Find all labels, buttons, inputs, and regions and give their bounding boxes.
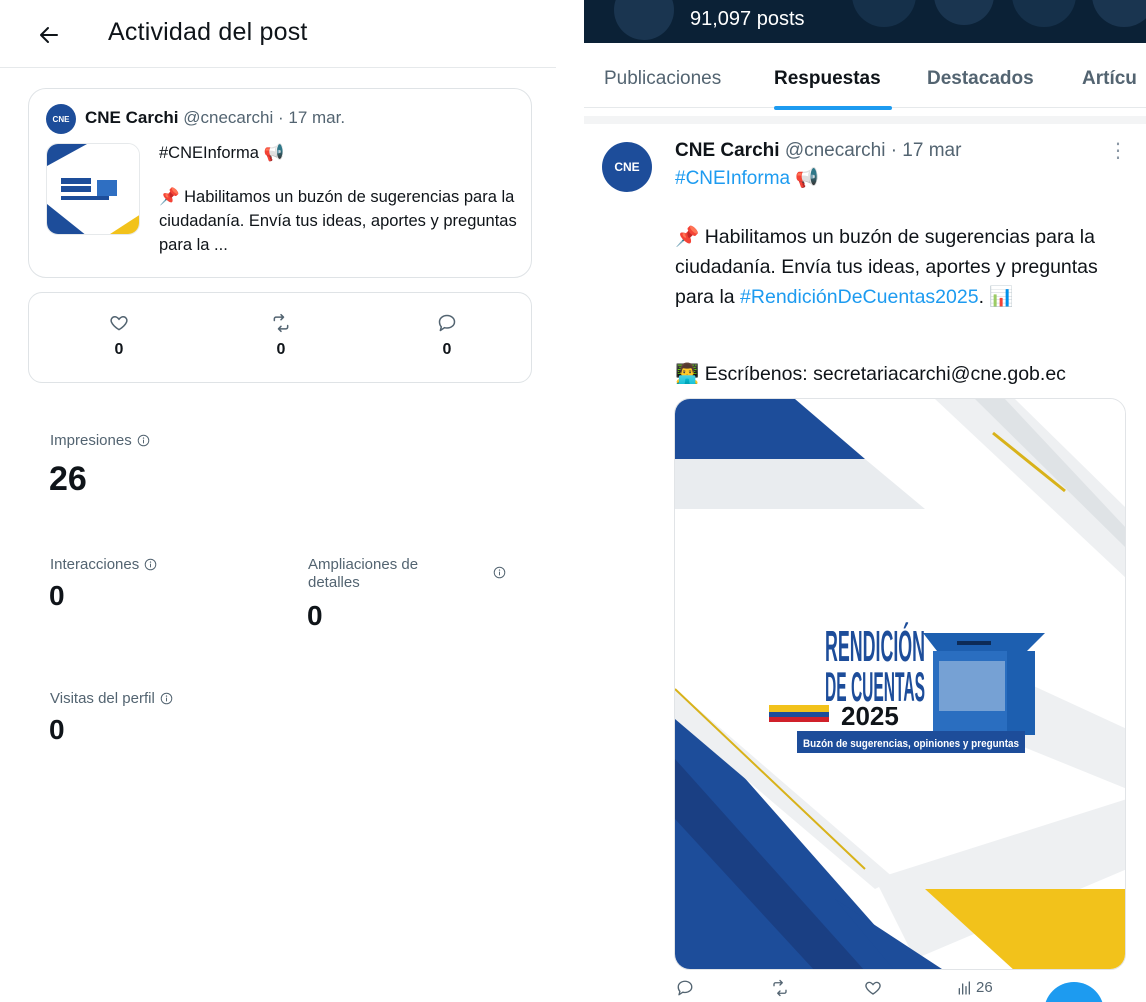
views-count: 26 <box>976 979 993 996</box>
post-preview-card[interactable]: CNE CNE Carchi @cnecarchi · 17 mar. #CNE… <box>28 88 532 278</box>
profile-banner: 91,097 posts <box>584 0 1146 43</box>
heart-icon <box>110 315 128 331</box>
expansions-label: Ampliaciones de detalles <box>308 556 528 592</box>
post-thumbnail <box>46 143 140 235</box>
expansions-label-text: Ampliaciones de detalles <box>308 556 419 591</box>
reply-button[interactable] <box>676 979 694 997</box>
info-icon[interactable] <box>493 566 506 579</box>
interactions-value: 0 <box>49 580 65 611</box>
interactions-label-text: Interacciones <box>50 556 140 573</box>
author-name[interactable]: CNE Carchi <box>675 140 780 161</box>
post-image[interactable]: RENDICIÓN DE CUENTAS 2025 Buzón de suger… <box>674 398 1126 970</box>
hashtag-link[interactable]: #RendiciónDeCuentas2025 <box>740 286 979 308</box>
impressions-value: 26 <box>49 460 87 498</box>
replies-count: 0 <box>442 341 452 358</box>
repost-icon <box>273 313 289 333</box>
post-body-end: . 📊 <box>978 286 1014 308</box>
repost-icon <box>773 979 787 997</box>
more-options-icon[interactable]: ⋮ <box>1108 138 1128 163</box>
likes-count: 0 <box>114 341 124 358</box>
avatar: CNE <box>46 104 76 134</box>
image-caption: Buzón de sugerencias, opiniones y pregun… <box>803 738 1019 750</box>
repost-button[interactable] <box>770 979 790 997</box>
author-meta: @cnecarchi · 17 mar. <box>183 108 346 127</box>
post-body: 📌 Habilitamos un buzón de sugerencias pa… <box>159 188 517 254</box>
avatar[interactable]: CNE <box>602 142 652 192</box>
active-tab-indicator <box>774 106 892 110</box>
impressions-label: Impresiones <box>50 432 150 449</box>
views-button[interactable]: 26 <box>956 979 993 996</box>
tab-publicaciones[interactable]: Publicaciones <box>604 68 721 90</box>
divider <box>584 116 1146 124</box>
profile-visits-value: 0 <box>49 714 65 745</box>
post-activity-panel: Actividad del post CNE CNE Carchi @cneca… <box>0 0 556 1002</box>
post-email-line: 👨‍💻 Escríbenos: secretariacarchi@cne.gob… <box>675 363 1066 385</box>
info-icon[interactable] <box>137 434 150 447</box>
tab-respuestas[interactable]: Respuestas <box>774 68 881 90</box>
post-body: 📌 Habilitamos un buzón de sugerencias pa… <box>675 222 1141 312</box>
heart-icon <box>865 981 881 995</box>
arrow-left-icon <box>40 27 58 43</box>
reply-icon <box>438 314 456 332</box>
engagement-metrics: 0 0 0 <box>28 292 532 383</box>
posts-count: 91,097 posts <box>690 8 805 30</box>
tab-destacados[interactable]: Destacados <box>927 68 1034 90</box>
author-name: CNE Carchi <box>85 108 179 127</box>
expansions-value: 0 <box>307 600 323 631</box>
likes-metric[interactable]: 0 <box>89 313 149 359</box>
avatar-text: CNE <box>614 160 640 174</box>
tab-articulos[interactable]: Artícu <box>1082 68 1137 90</box>
post-author: CNE Carchi @cnecarchi · 17 mar <box>675 140 961 162</box>
info-icon[interactable] <box>144 558 157 571</box>
reply-icon <box>677 980 693 996</box>
like-button[interactable] <box>864 979 882 997</box>
avatar-text: CNE <box>52 114 70 124</box>
reposts-metric[interactable]: 0 <box>251 313 311 359</box>
post-text: #CNEInforma 📢 📌 Habilitamos un buzón de … <box>159 141 519 257</box>
hashtag-link[interactable]: #CNEInforma 📢 <box>675 166 819 190</box>
profile-tabs: Publicaciones Respuestas Destacados Artí… <box>584 44 1146 110</box>
post-hashtag-line: #CNEInforma 📢 <box>159 144 285 162</box>
impressions-label-text: Impresiones <box>50 432 132 449</box>
interactions-label: Interacciones <box>50 556 157 573</box>
replies-metric[interactable]: 0 <box>417 313 477 359</box>
image-year: 2025 <box>841 701 899 731</box>
info-icon[interactable] <box>160 692 173 705</box>
post-author: CNE Carchi @cnecarchi · 17 mar. <box>85 108 345 128</box>
bar-chart-icon <box>958 980 970 995</box>
activity-header: Actividad del post <box>0 0 556 68</box>
reposts-count: 0 <box>276 341 286 358</box>
profile-visits-label-text: Visitas del perfil <box>50 690 155 707</box>
profile-timeline-panel: 91,097 posts Publicaciones Respuestas De… <box>584 0 1146 1002</box>
author-meta: @cnecarchi · 17 mar <box>784 140 962 161</box>
profile-visits-label: Visitas del perfil <box>50 690 173 707</box>
page-title: Actividad del post <box>108 18 308 46</box>
back-button[interactable] <box>34 20 64 50</box>
